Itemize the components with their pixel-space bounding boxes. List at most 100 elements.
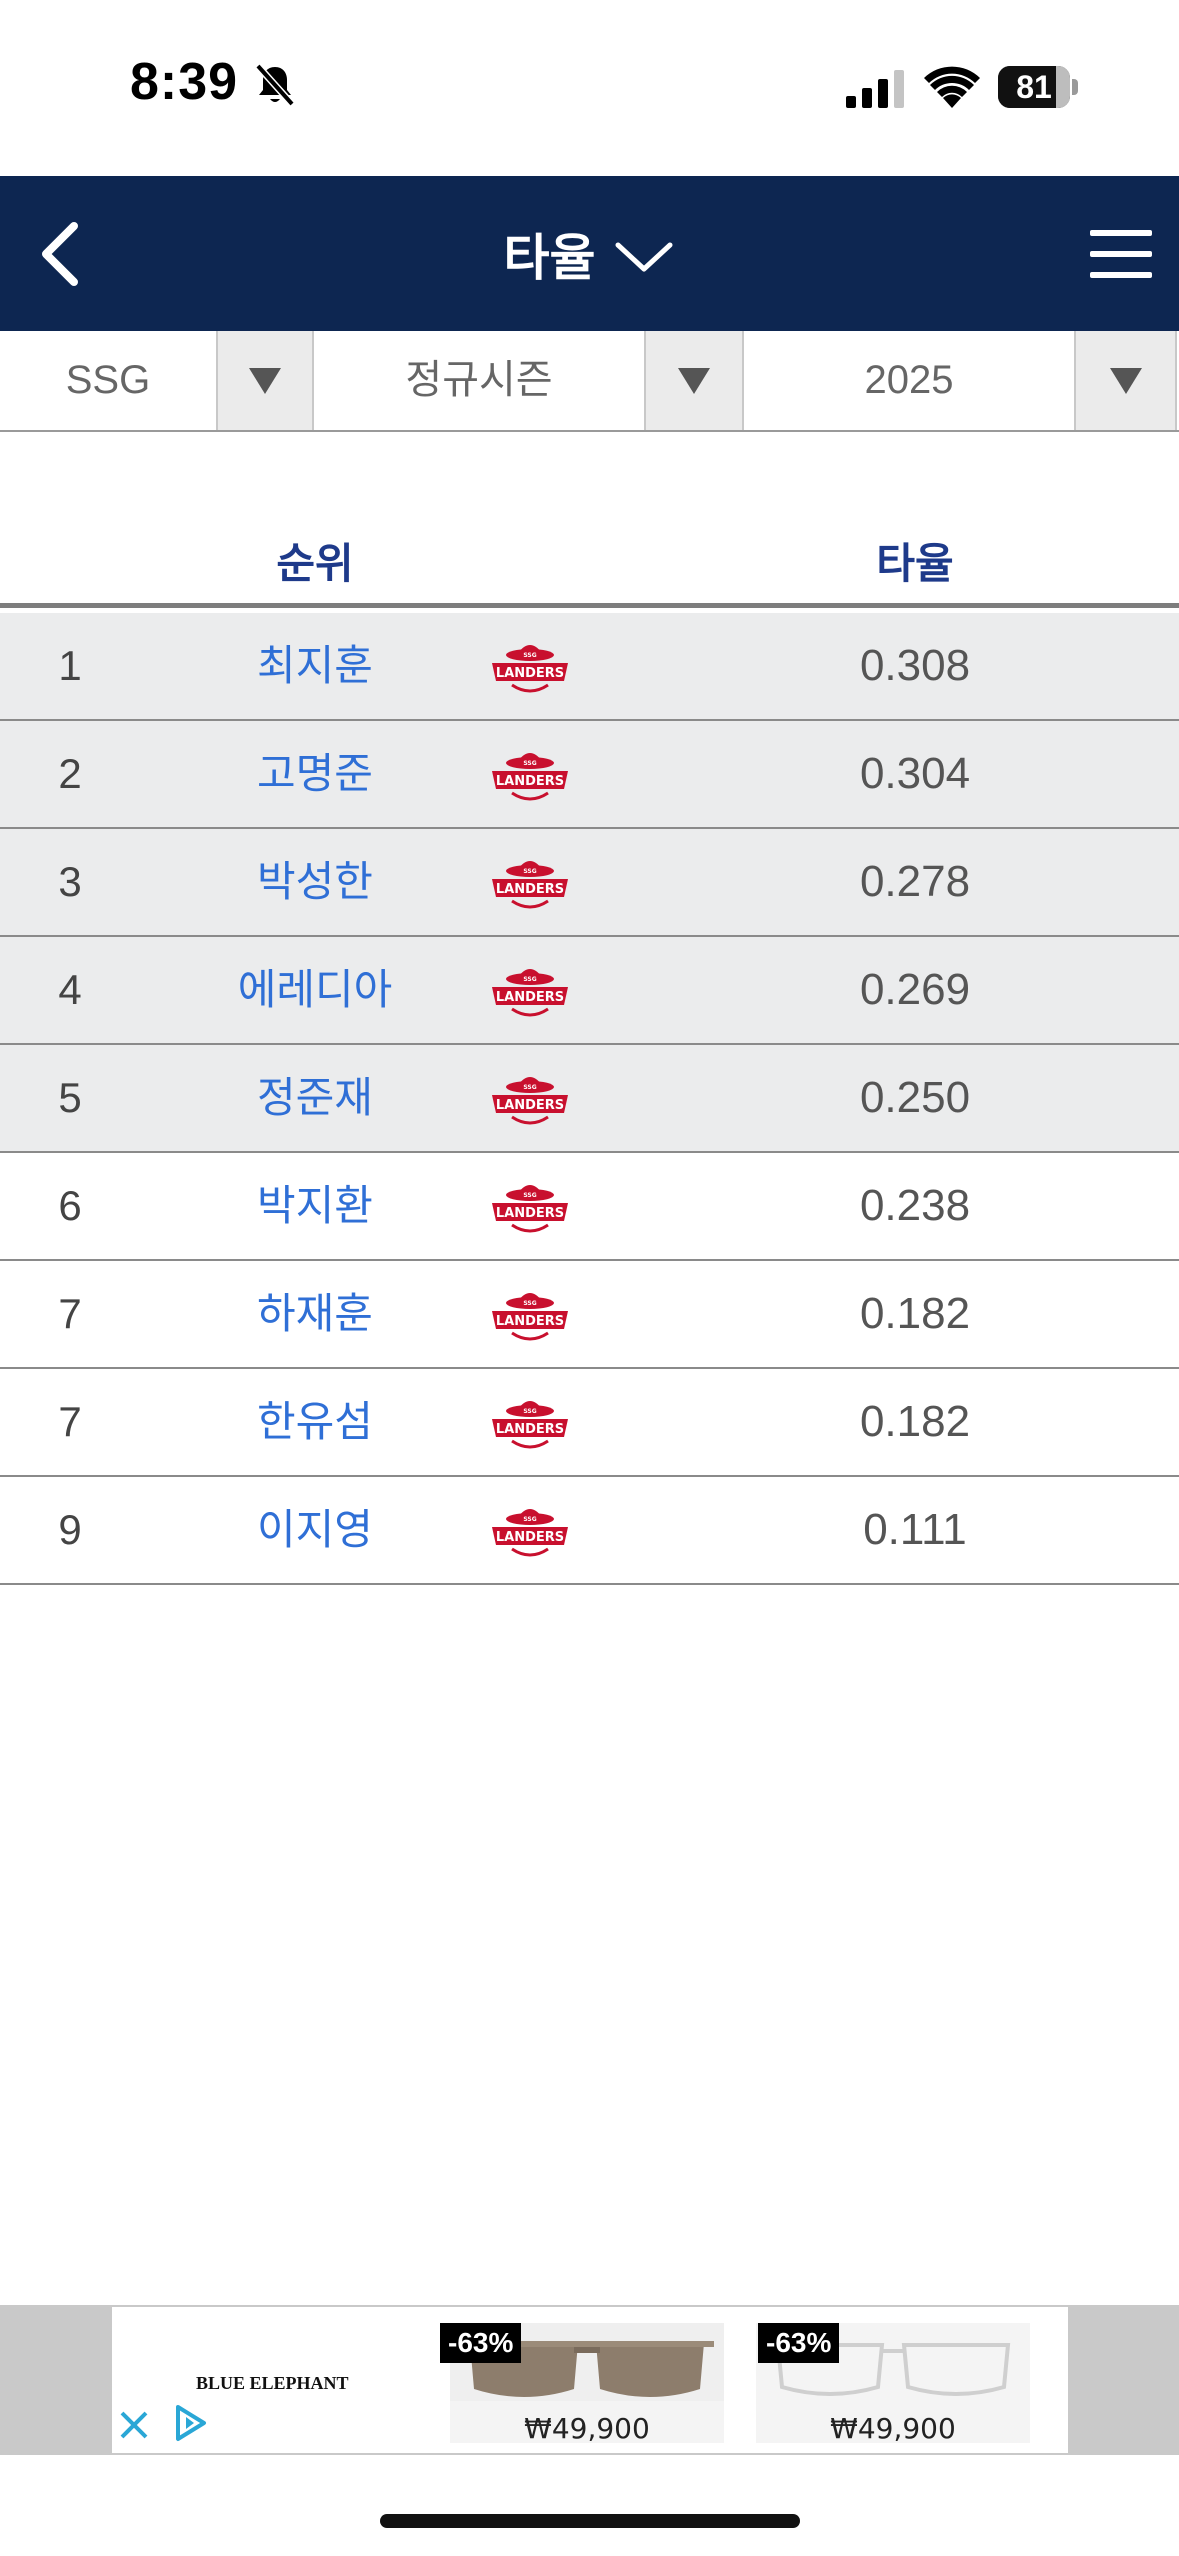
svg-text:LANDERS: LANDERS	[496, 774, 564, 789]
year-select-button[interactable]	[1074, 331, 1177, 430]
silent-mode-icon	[255, 63, 295, 107]
svg-text:SSG: SSG	[523, 1084, 536, 1091]
table-row[interactable]: 6 박지환 SSG LANDERS 0.238	[0, 1153, 1179, 1261]
wifi-icon	[924, 66, 980, 108]
ad-product-price: ₩49,900	[524, 2412, 650, 2443]
adchoices-icon[interactable]	[170, 2403, 210, 2443]
ad-banner[interactable]: BLUE ELEPHANT ₩49,900 -63% ₩49,900 -63%	[112, 2307, 1068, 2453]
ad-close-icon[interactable]	[116, 2407, 152, 2443]
svg-text:SSG: SSG	[523, 652, 536, 659]
rank-column-header[interactable]: 순위	[150, 520, 480, 608]
rank-cell: 6	[58, 1182, 82, 1229]
rank-cell: 1	[58, 642, 82, 689]
svg-text:LANDERS: LANDERS	[496, 1098, 564, 1113]
cellular-signal-icon	[846, 70, 904, 108]
avg-column-header[interactable]: 타율	[770, 520, 1060, 608]
player-name-link[interactable]: 하재훈	[150, 1261, 480, 1367]
rank-cell: 9	[58, 1506, 82, 1553]
player-name-link[interactable]: 한유섬	[150, 1369, 480, 1475]
home-indicator[interactable]	[380, 2514, 800, 2528]
rank-cell: 4	[58, 966, 82, 1013]
rank-cell: 3	[58, 858, 82, 905]
table-row[interactable]: 9 이지영 SSG LANDERS 0.111	[0, 1477, 1179, 1585]
player-name-link[interactable]: 고명준	[150, 721, 480, 827]
batting-average-cell: 0.269	[859, 965, 971, 1014]
season-select-button[interactable]	[644, 331, 744, 430]
triangle-down-icon	[678, 367, 710, 394]
team-logo-icon: SSG LANDERS	[488, 1499, 572, 1563]
team-logo-icon: SSG LANDERS	[488, 1391, 572, 1455]
nav-header: 타율	[0, 176, 1179, 331]
page-title: 타율	[503, 228, 596, 287]
hamburger-menu-icon[interactable]	[1090, 228, 1152, 280]
battery-indicator: 81	[998, 66, 1078, 108]
batting-average-cell: 0.278	[859, 857, 971, 906]
svg-text:LANDERS: LANDERS	[496, 666, 564, 681]
svg-text:SSG: SSG	[523, 976, 536, 983]
player-name-link[interactable]: 에레디아	[150, 937, 480, 1043]
svg-text:LANDERS: LANDERS	[496, 1314, 564, 1329]
table-row[interactable]: 7 하재훈 SSG LANDERS 0.182	[0, 1261, 1179, 1369]
svg-text:SSG: SSG	[523, 868, 536, 875]
year-select-value: 2025	[864, 358, 954, 402]
player-name-link[interactable]: 정준재	[150, 1045, 480, 1151]
team-logo-icon: SSG LANDERS	[488, 959, 572, 1023]
ad-discount-badge: -63%	[440, 2323, 522, 2363]
rank-cell: 7	[58, 1398, 82, 1445]
table-row[interactable]: 1 최지훈 SSG LANDERS 0.308	[0, 613, 1179, 721]
chevron-down-icon	[615, 242, 672, 271]
player-name-link[interactable]: 박성한	[150, 829, 480, 935]
svg-text:LANDERS: LANDERS	[496, 1422, 564, 1437]
triangle-down-icon	[1109, 367, 1142, 394]
table-row[interactable]: 3 박성한 SSG LANDERS 0.278	[0, 829, 1179, 937]
battery-percent: 81	[1016, 69, 1052, 105]
status-bar: 8:39 81	[0, 0, 1179, 176]
title-dropdown[interactable]: 타율	[0, 176, 1179, 331]
ranking-table-body: 1 최지훈 SSG LANDERS 0.308 2 고명준 SSG LANDER…	[0, 613, 1179, 1585]
triangle-down-icon	[249, 367, 281, 394]
season-select[interactable]: 정규시즌	[314, 331, 744, 430]
ad-discount-badge: -63%	[758, 2323, 840, 2363]
player-name-link[interactable]: 최지훈	[150, 613, 480, 719]
svg-text:LANDERS: LANDERS	[496, 882, 564, 897]
team-logo-icon: SSG LANDERS	[488, 743, 572, 807]
batting-average-cell: 0.182	[859, 1397, 971, 1446]
table-row[interactable]: 7 한유섬 SSG LANDERS 0.182	[0, 1369, 1179, 1477]
svg-text:SSG: SSG	[523, 1408, 536, 1415]
table-row[interactable]: 4 에레디아 SSG LANDERS 0.269	[0, 937, 1179, 1045]
ranking-table-header: 순위 타율	[0, 520, 1179, 608]
svg-text:LANDERS: LANDERS	[496, 1530, 564, 1545]
table-row[interactable]: 2 고명준 SSG LANDERS 0.304	[0, 721, 1179, 829]
year-select[interactable]: 2025	[744, 331, 1177, 430]
ad-product-price: ₩49,900	[830, 2412, 956, 2443]
team-select-value: SSG	[65, 358, 151, 402]
table-row[interactable]: 5 정준재 SSG LANDERS 0.250	[0, 1045, 1179, 1153]
batting-average-cell: 0.182	[859, 1289, 971, 1338]
player-name-link[interactable]: 박지환	[150, 1153, 480, 1259]
season-select-value: 정규시즌	[405, 358, 553, 402]
rank-cell: 5	[58, 1074, 82, 1121]
team-logo-icon: SSG LANDERS	[488, 1067, 572, 1131]
team-select[interactable]: SSG	[0, 331, 314, 430]
rank-cell: 2	[58, 750, 82, 797]
batting-average-cell: 0.250	[859, 1073, 971, 1122]
svg-text:SSG: SSG	[523, 1516, 536, 1523]
svg-text:LANDERS: LANDERS	[496, 990, 564, 1005]
svg-text:LANDERS: LANDERS	[496, 1206, 564, 1221]
batting-average-cell: 0.111	[863, 1505, 967, 1554]
rank-cell: 7	[58, 1290, 82, 1337]
team-logo-icon: SSG LANDERS	[488, 1283, 572, 1347]
ad-brand-name: BLUE ELEPHANT	[196, 2373, 349, 2393]
batting-average-cell: 0.308	[859, 641, 971, 690]
svg-text:SSG: SSG	[523, 760, 536, 767]
team-logo-icon: SSG LANDERS	[488, 635, 572, 699]
player-name-link[interactable]: 이지영	[150, 1477, 480, 1583]
filter-bar: SSG 정규시즌 2025	[0, 331, 1179, 432]
batting-average-cell: 0.238	[859, 1181, 971, 1230]
svg-text:SSG: SSG	[523, 1192, 536, 1199]
team-logo-icon: SSG LANDERS	[488, 851, 572, 915]
team-logo-icon: SSG LANDERS	[488, 1175, 572, 1239]
batting-average-cell: 0.304	[859, 749, 971, 798]
team-select-button[interactable]	[216, 331, 314, 430]
status-time: 8:39	[130, 53, 239, 111]
